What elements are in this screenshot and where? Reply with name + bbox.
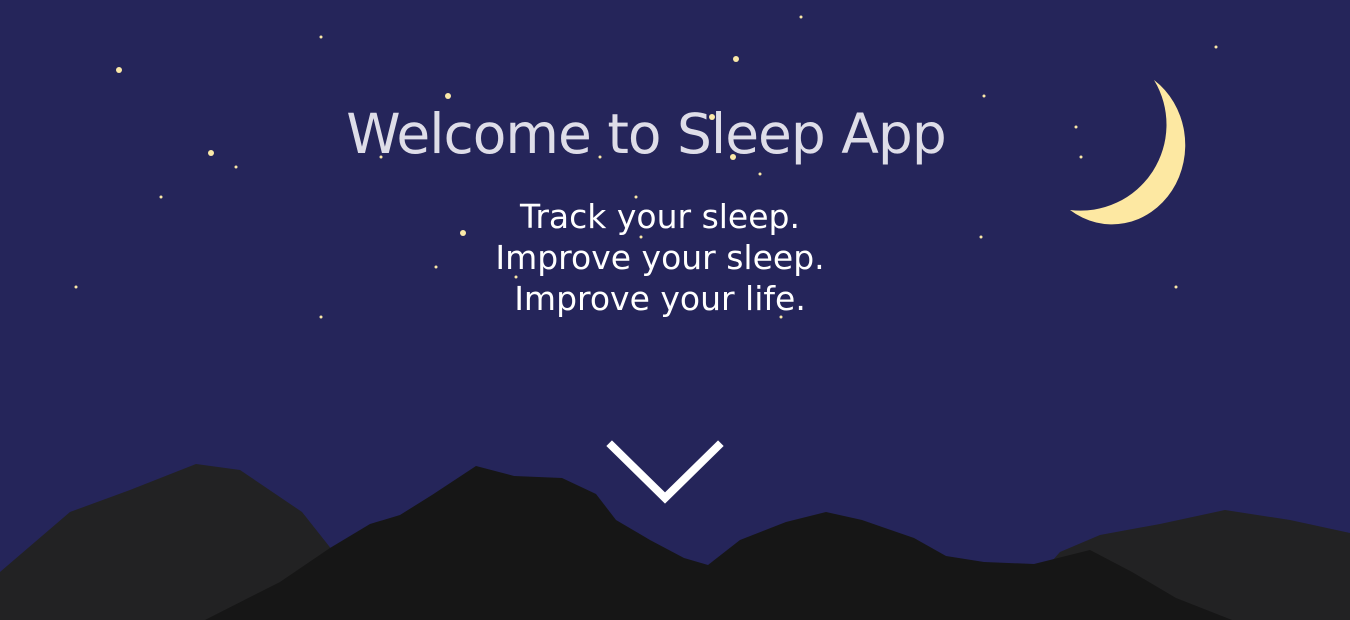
hero-scene: Welcome to Sleep App Track your sleep. I…	[0, 0, 1350, 620]
star	[799, 15, 803, 19]
tagline: Track your sleep. Improve your sleep. Im…	[0, 196, 1320, 319]
star	[733, 56, 739, 62]
chevron-down-icon	[606, 440, 724, 504]
tagline-line-improve-life: Improve your life.	[514, 279, 806, 318]
scroll-down-button[interactable]	[602, 436, 728, 508]
star	[758, 172, 762, 176]
page-title: Welcome to Sleep App	[346, 102, 946, 166]
star	[1214, 45, 1218, 49]
star	[319, 35, 323, 39]
tagline-line-track: Track your sleep.	[520, 197, 800, 236]
star	[116, 67, 122, 73]
tagline-line-improve-sleep: Improve your sleep.	[495, 238, 825, 277]
